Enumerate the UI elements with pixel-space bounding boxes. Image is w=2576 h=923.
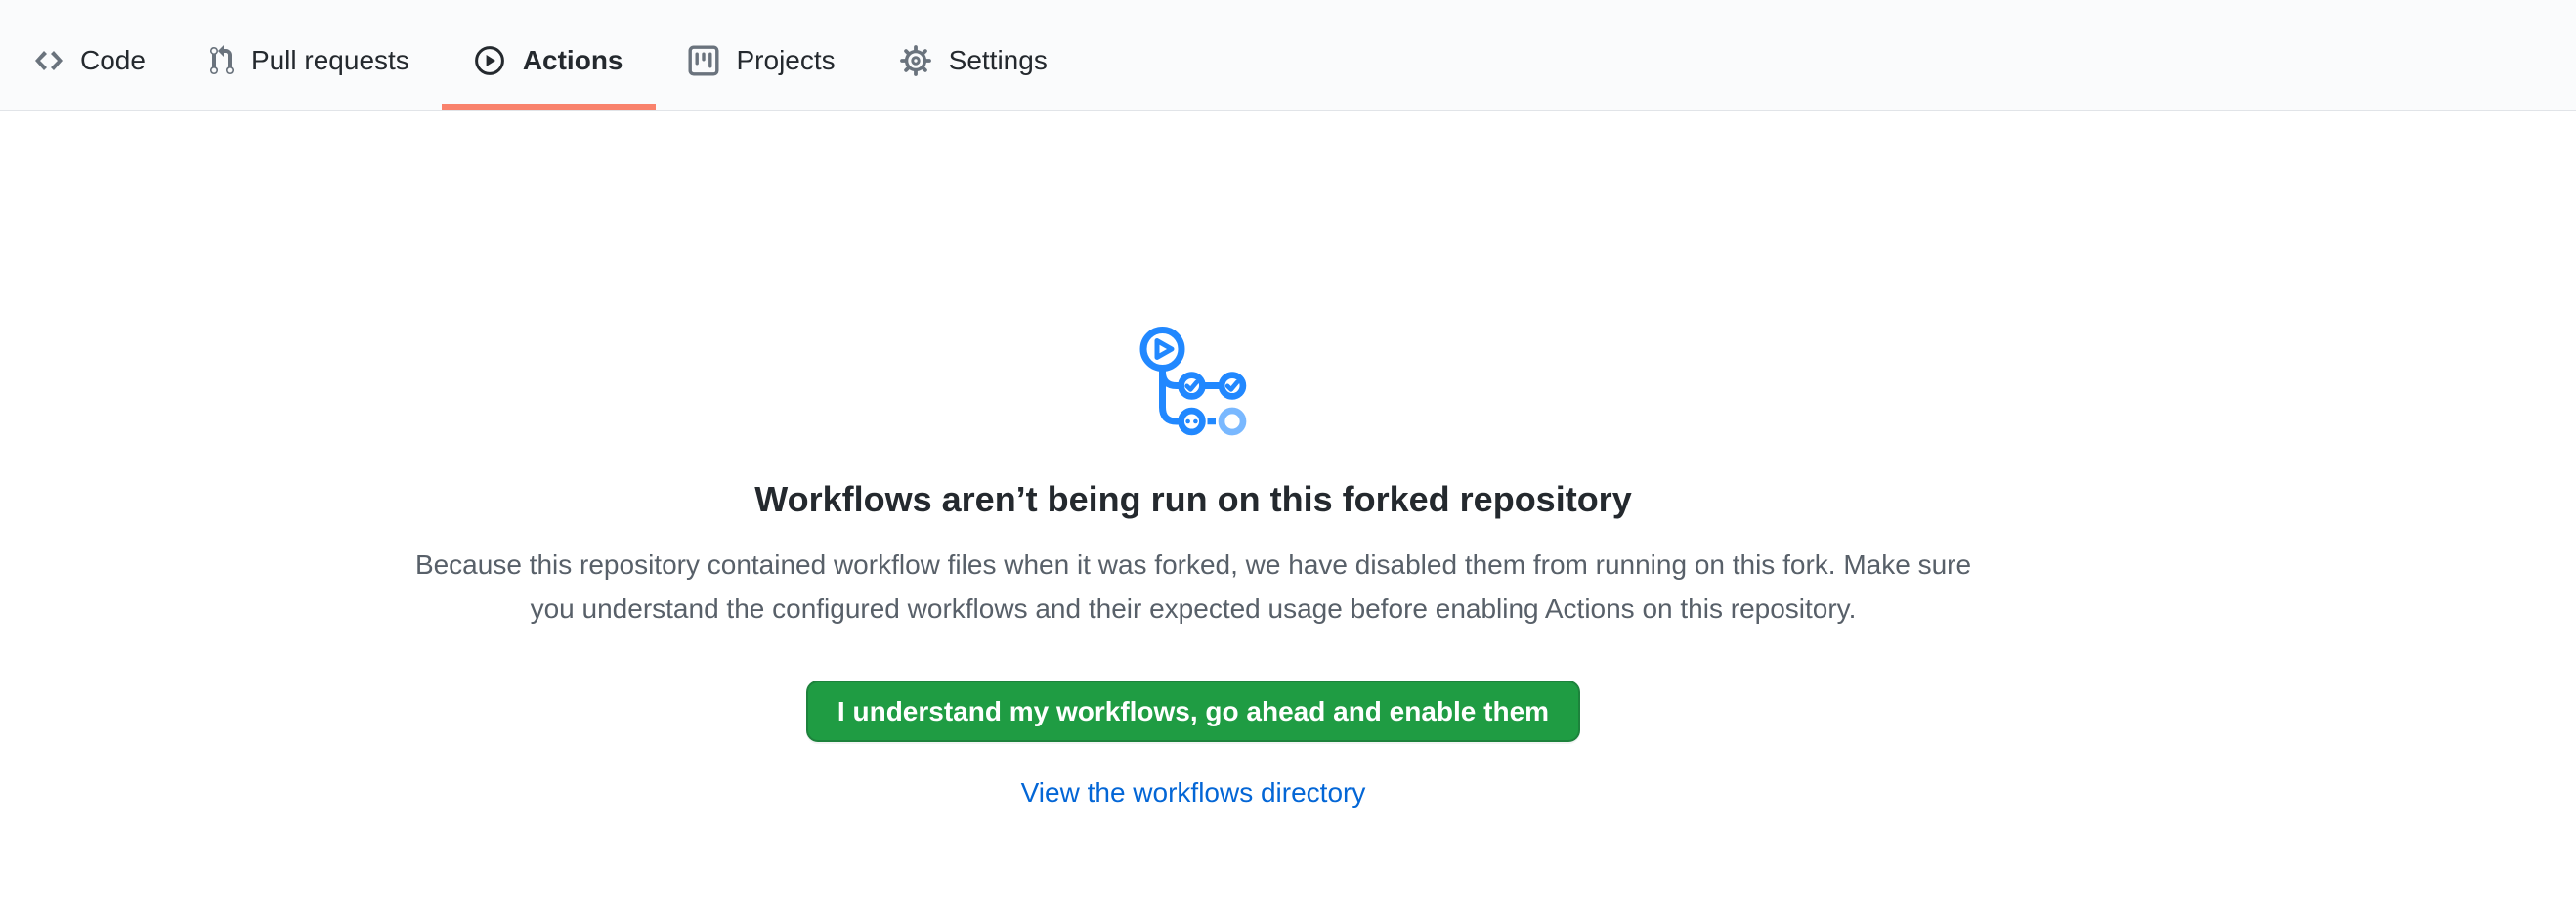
code-icon bbox=[35, 45, 63, 76]
git-pull-request-icon bbox=[210, 45, 234, 76]
gear-icon bbox=[900, 45, 931, 76]
tab-code[interactable]: Code bbox=[3, 0, 178, 110]
tab-projects[interactable]: Projects bbox=[656, 0, 868, 110]
workflow-graph-icon bbox=[1139, 327, 1247, 436]
page-title: Workflows aren’t being run on this forke… bbox=[754, 477, 1631, 521]
tab-label: Settings bbox=[949, 47, 1048, 74]
tab-label: Pull requests bbox=[251, 47, 409, 74]
tab-pull-requests[interactable]: Pull requests bbox=[178, 0, 442, 110]
tab-settings[interactable]: Settings bbox=[868, 0, 1080, 110]
enable-workflows-button[interactable]: I understand my workflows, go ahead and … bbox=[806, 681, 1580, 742]
tab-actions[interactable]: Actions bbox=[442, 0, 656, 110]
tab-label: Projects bbox=[737, 47, 836, 74]
project-icon bbox=[688, 45, 719, 76]
repo-tab-nav: Code Pull requests Actions Projects bbox=[0, 0, 2576, 111]
tab-label: Actions bbox=[523, 47, 623, 74]
view-workflows-link[interactable]: View the workflows directory bbox=[1021, 777, 1366, 809]
tab-label: Code bbox=[80, 47, 146, 74]
description: Because this repository contained workfl… bbox=[392, 543, 1995, 631]
play-icon bbox=[474, 45, 505, 76]
actions-disabled-panel: Workflows aren’t being run on this forke… bbox=[333, 327, 2053, 809]
